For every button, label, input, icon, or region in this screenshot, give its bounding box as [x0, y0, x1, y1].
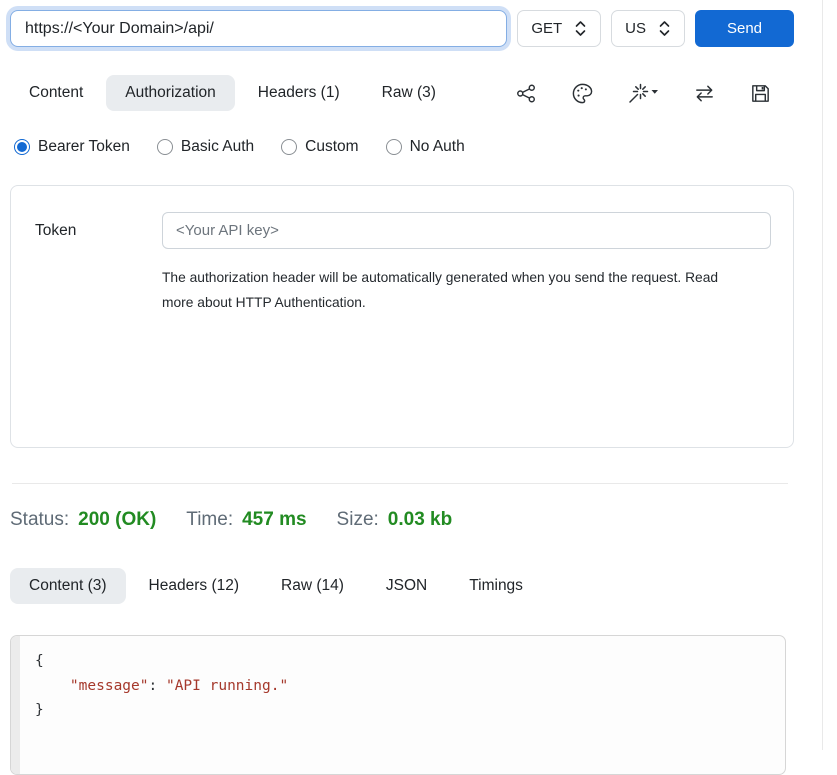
radio-selected-icon[interactable]	[14, 139, 30, 155]
radio-label: No Auth	[410, 138, 465, 156]
panel-right-divider	[822, 0, 823, 750]
method-select-value: GET	[531, 20, 562, 37]
save-icon[interactable]	[749, 82, 772, 105]
radio-bearer-token[interactable]: Bearer Token	[14, 138, 130, 156]
chevron-expand-icon	[574, 20, 587, 37]
auth-panel: Token The authorization header will be a…	[10, 185, 794, 448]
method-select[interactable]: GET	[517, 10, 601, 47]
token-input[interactable]	[162, 212, 771, 249]
request-bar: GET US Send	[10, 10, 794, 47]
status-label: Status:	[10, 509, 69, 531]
radio-no-auth[interactable]: No Auth	[386, 138, 465, 156]
json-close-brace: }	[35, 702, 44, 718]
tab-response-timings[interactable]: Timings	[450, 568, 542, 604]
size-label: Size:	[337, 509, 379, 531]
radio-unselected-icon[interactable]	[281, 139, 297, 155]
radio-basic-auth[interactable]: Basic Auth	[157, 138, 254, 156]
tab-response-raw[interactable]: Raw (14)	[262, 568, 363, 604]
tab-headers[interactable]: Headers (1)	[239, 75, 359, 111]
radio-unselected-icon[interactable]	[386, 139, 402, 155]
token-row: Token	[35, 212, 771, 249]
time-label: Time:	[186, 509, 233, 531]
tab-response-json[interactable]: JSON	[367, 568, 446, 604]
tab-response-headers[interactable]: Headers (12)	[130, 568, 258, 604]
tab-raw[interactable]: Raw (3)	[363, 75, 455, 111]
time-pair: Time: 457 ms	[186, 509, 306, 531]
status-value: 200 (OK)	[78, 509, 156, 531]
tab-response-content[interactable]: Content (3)	[10, 568, 126, 604]
json-value: "API running."	[166, 678, 288, 694]
size-pair: Size: 0.03 kb	[337, 509, 453, 531]
tab-content[interactable]: Content	[10, 75, 102, 111]
region-select[interactable]: US	[611, 10, 685, 47]
radio-label: Custom	[305, 138, 358, 156]
response-tabs: Content (3) Headers (12) Raw (14) JSON T…	[10, 568, 794, 604]
send-button[interactable]: Send	[695, 10, 794, 47]
auth-type-options: Bearer Token Basic Auth Custom No Auth	[14, 138, 794, 156]
tab-authorization[interactable]: Authorization	[106, 75, 234, 111]
magic-wand-dropdown-icon[interactable]	[627, 82, 660, 105]
code-gutter	[11, 636, 20, 774]
radio-custom[interactable]: Custom	[281, 138, 358, 156]
swap-arrows-icon[interactable]	[693, 82, 716, 105]
json-open-brace: {	[35, 653, 44, 669]
section-divider	[12, 483, 788, 484]
radio-unselected-icon[interactable]	[157, 139, 173, 155]
chevron-expand-icon	[658, 20, 671, 37]
share-icon[interactable]	[515, 82, 538, 105]
url-input[interactable]	[10, 10, 507, 47]
response-status-bar: Status: 200 (OK) Time: 457 ms Size: 0.03…	[10, 505, 794, 535]
request-toolbar	[515, 82, 794, 105]
size-value: 0.03 kb	[388, 509, 452, 531]
palette-icon[interactable]	[571, 82, 594, 105]
token-label: Token	[35, 222, 162, 240]
response-body-panel: { "message": "API running." }	[10, 635, 786, 775]
radio-label: Basic Auth	[181, 138, 254, 156]
api-tester-page: GET US Send Content Authorization Header…	[0, 0, 812, 775]
region-select-value: US	[625, 20, 646, 37]
auth-help-text: The authorization header will be automat…	[162, 265, 750, 315]
response-json-code: { "message": "API running." }	[20, 636, 288, 774]
radio-label: Bearer Token	[38, 138, 130, 156]
status-pair: Status: 200 (OK)	[10, 509, 156, 531]
request-tabs: Content Authorization Headers (1) Raw (3…	[10, 75, 794, 111]
json-key: "message"	[35, 678, 149, 694]
time-value: 457 ms	[242, 509, 306, 531]
json-separator: :	[149, 678, 166, 694]
